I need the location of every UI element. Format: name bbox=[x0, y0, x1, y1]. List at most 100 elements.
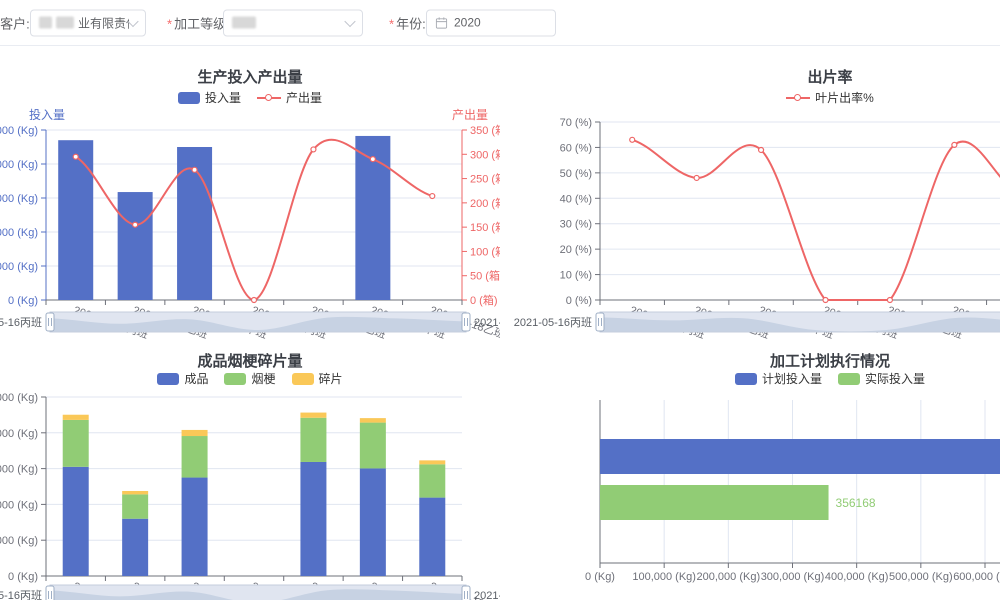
svg-text:20 (%): 20 (%) bbox=[560, 244, 592, 256]
svg-text:100 (箱): 100 (箱) bbox=[470, 244, 500, 258]
svg-text:40,000 (Kg): 40,000 (Kg) bbox=[0, 499, 38, 511]
stack-segment[interactable] bbox=[122, 519, 148, 576]
chart-processing-plan-execution: 0 (Kg)100,000 (Kg)200,000 (Kg)300,000 (K… bbox=[500, 342, 1000, 600]
chevron-down-icon bbox=[127, 15, 138, 26]
bar-swatch-icon bbox=[838, 373, 860, 385]
legend-item-input[interactable]: 投入量 bbox=[178, 89, 241, 106]
chart-legend: 投入量 产出量 bbox=[0, 89, 500, 106]
customer-label: *客户: bbox=[0, 13, 30, 32]
stack-segment[interactable] bbox=[360, 423, 386, 469]
svg-text:2021-05-18乙班: 2021-05-18乙班 bbox=[474, 316, 500, 329]
actual-input-bar[interactable] bbox=[600, 485, 829, 520]
svg-text:40,000 (Kg): 40,000 (Kg) bbox=[0, 227, 38, 239]
svg-text:100,000 (Kg): 100,000 (Kg) bbox=[0, 392, 38, 404]
stack-segment[interactable] bbox=[300, 462, 326, 576]
svg-text:60 (%): 60 (%) bbox=[560, 142, 592, 154]
redacted-text bbox=[232, 17, 256, 29]
line-swatch-icon bbox=[786, 97, 810, 99]
stack-segment[interactable] bbox=[300, 413, 326, 418]
stack-segment[interactable] bbox=[300, 418, 326, 462]
svg-text:2021-05-18乙班: 2021-05-18乙班 bbox=[474, 589, 500, 600]
bar-swatch-icon bbox=[224, 373, 246, 385]
svg-text:2021-05-16丙班: 2021-05-16丙班 bbox=[514, 316, 592, 329]
stack-segment[interactable] bbox=[419, 460, 445, 464]
input-bar[interactable] bbox=[58, 140, 93, 300]
chart-finished-stem-fragment: 0 (Kg)20,000 (Kg)40,000 (Kg)60,000 (Kg)8… bbox=[0, 342, 500, 600]
calendar-icon bbox=[435, 16, 448, 29]
svg-text:70 (%): 70 (%) bbox=[560, 117, 592, 129]
svg-text:40 (%): 40 (%) bbox=[560, 193, 592, 205]
svg-text:20,000 (Kg): 20,000 (Kg) bbox=[0, 535, 38, 547]
chart-title: 成品烟梗碎片量 bbox=[0, 350, 500, 371]
datazoom-handle[interactable] bbox=[46, 586, 54, 600]
stack-segment[interactable] bbox=[122, 491, 148, 494]
leaf-yield-line bbox=[632, 140, 1000, 300]
stack-segment[interactable] bbox=[63, 467, 89, 576]
chart-slice-yield-rate: 0 (%) 10 (%) 20 (%) 30 (%) 40 (%) 50 (%) 60 (%… bbox=[500, 46, 1000, 342]
chart-title: 加工计划执行情况 bbox=[500, 350, 1000, 371]
stack-segment[interactable] bbox=[360, 468, 386, 576]
redacted-text bbox=[56, 17, 74, 29]
legend-item-planned-input[interactable]: 计划投入量 bbox=[735, 370, 822, 387]
chart-legend: 叶片出率% bbox=[500, 89, 1000, 106]
datazoom-handle[interactable] bbox=[462, 586, 470, 600]
datazoom-handle[interactable] bbox=[46, 313, 54, 331]
svg-text:10 (%): 10 (%) bbox=[560, 270, 592, 282]
svg-text:600,000 (Kg): 600,000 (Kg) bbox=[953, 571, 1000, 583]
svg-text:0 (Kg): 0 (Kg) bbox=[8, 295, 38, 307]
customer-select[interactable]: 业有限责任公 bbox=[30, 9, 146, 36]
legend-item-leaf-yield[interactable]: 叶片出率% bbox=[786, 89, 874, 106]
year-label: *年份: bbox=[389, 13, 426, 32]
grade-select[interactable] bbox=[223, 9, 363, 36]
svg-text:0 (箱): 0 (箱) bbox=[470, 293, 498, 307]
chart-legend: 计划投入量 实际投入量 bbox=[500, 370, 1000, 387]
svg-text:2021-05-16丙班: 2021-05-16丙班 bbox=[0, 316, 42, 329]
svg-text:30 (%): 30 (%) bbox=[560, 219, 592, 231]
stack-segment[interactable] bbox=[360, 418, 386, 422]
svg-text:100,000 (Kg): 100,000 (Kg) bbox=[0, 125, 38, 137]
svg-text:0 (Kg): 0 (Kg) bbox=[8, 571, 38, 583]
input-bar[interactable] bbox=[118, 192, 153, 300]
chart-title: 生产投入产出量 bbox=[0, 66, 500, 87]
bar-swatch-icon bbox=[292, 373, 314, 385]
stack-segment[interactable] bbox=[122, 494, 148, 518]
svg-text:投入量: 投入量 bbox=[29, 107, 65, 122]
svg-text:60,000 (Kg): 60,000 (Kg) bbox=[0, 464, 38, 476]
svg-text:300 (箱): 300 (箱) bbox=[470, 147, 500, 161]
stack-segment[interactable] bbox=[182, 430, 208, 436]
svg-text:2021-05-16丙班: 2021-05-16丙班 bbox=[0, 589, 42, 600]
svg-text:50 (箱): 50 (箱) bbox=[470, 269, 500, 283]
stack-segment[interactable] bbox=[182, 436, 208, 478]
year-date-input[interactable]: 2020 bbox=[426, 9, 556, 36]
legend-item-fragment[interactable]: 碎片 bbox=[292, 370, 343, 387]
stack-segment[interactable] bbox=[63, 420, 89, 467]
stack-segment[interactable] bbox=[419, 464, 445, 497]
legend-item-actual-input[interactable]: 实际投入量 bbox=[838, 370, 925, 387]
bar-swatch-icon bbox=[157, 373, 179, 385]
svg-text:400,000 (Kg): 400,000 (Kg) bbox=[825, 571, 889, 583]
svg-text:0 (Kg): 0 (Kg) bbox=[585, 571, 615, 583]
bar-swatch-icon bbox=[178, 92, 200, 104]
grade-label: *加工等级: bbox=[167, 13, 230, 32]
svg-text:0 (%): 0 (%) bbox=[566, 295, 592, 307]
required-asterisk: * bbox=[167, 16, 172, 31]
datazoom-handle[interactable] bbox=[596, 313, 604, 331]
svg-text:200,000 (Kg): 200,000 (Kg) bbox=[697, 571, 761, 583]
svg-text:50 (%): 50 (%) bbox=[560, 168, 592, 180]
legend-item-stem[interactable]: 烟梗 bbox=[224, 370, 275, 387]
customer-select-value: 业有限责任公 bbox=[78, 14, 129, 31]
stack-segment[interactable] bbox=[182, 478, 208, 576]
datazoom-handle[interactable] bbox=[462, 313, 470, 331]
legend-item-output[interactable]: 产出量 bbox=[257, 89, 322, 106]
svg-text:150 (箱): 150 (箱) bbox=[470, 220, 500, 234]
svg-text:80,000 (Kg): 80,000 (Kg) bbox=[0, 159, 38, 171]
stack-segment[interactable] bbox=[419, 498, 445, 576]
stack-segment[interactable] bbox=[63, 415, 89, 420]
legend-item-finished[interactable]: 成品 bbox=[157, 370, 208, 387]
year-value: 2020 bbox=[454, 16, 481, 30]
svg-text:20,000 (Kg): 20,000 (Kg) bbox=[0, 261, 38, 273]
line-swatch-icon bbox=[257, 97, 281, 99]
chart-title: 出片率 bbox=[500, 66, 1000, 87]
planned-input-bar[interactable] bbox=[600, 439, 1000, 474]
svg-text:100,000 (Kg): 100,000 (Kg) bbox=[632, 571, 696, 583]
